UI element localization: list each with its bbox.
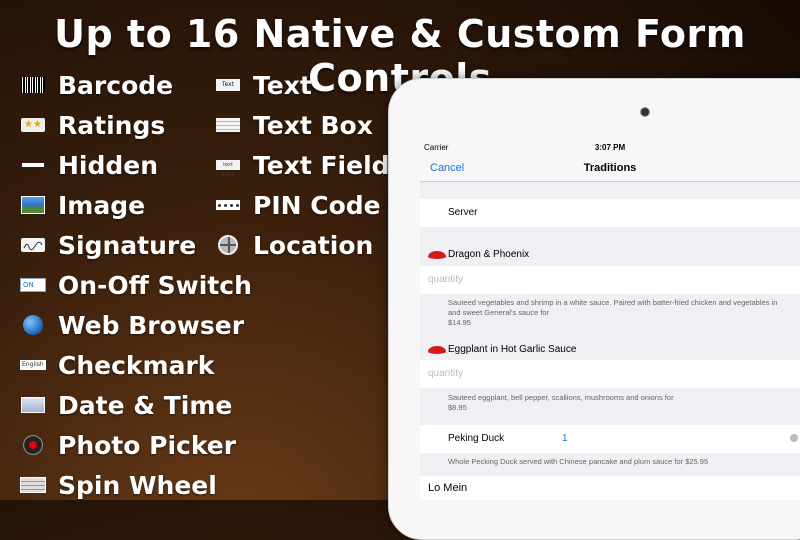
- star-rating-icon: ★★: [20, 112, 46, 138]
- feature-label: Location: [253, 230, 374, 260]
- text-box-icon: [215, 112, 241, 138]
- feature-label: Checkmark: [58, 350, 215, 380]
- feature-checkmark: English Checkmark: [20, 345, 214, 385]
- camera-icon: [20, 432, 46, 458]
- text-field-icon: text entry: [215, 152, 241, 178]
- quantity-value: 1: [562, 433, 568, 444]
- lo-mein-row[interactable]: Lo Mein: [420, 476, 800, 500]
- item-name: Dragon & Phoenix: [448, 249, 530, 260]
- feature-label: Spin Wheel: [58, 470, 217, 500]
- item-header-dragon-phoenix: Dragon & Phoenix: [420, 249, 800, 263]
- camera-icon: [640, 107, 650, 117]
- item-price: $14.95: [448, 318, 471, 327]
- feature-text: Text Text: [215, 65, 312, 105]
- spin-wheel-icon: [20, 472, 46, 498]
- form-title: Traditions: [583, 162, 637, 174]
- peking-duck-field[interactable]: Peking Duck 1: [420, 425, 800, 453]
- feature-label: Barcode: [58, 70, 174, 100]
- server-field[interactable]: Server: [420, 199, 800, 227]
- location-icon: [215, 232, 241, 258]
- feature-label: Text Box: [253, 110, 373, 140]
- barcode-icon: [20, 72, 46, 98]
- feature-label: Web Browser: [58, 310, 245, 340]
- feature-label: Ratings: [58, 110, 166, 140]
- switch-icon: ON: [20, 272, 46, 298]
- feature-barcode: Barcode: [20, 65, 173, 105]
- device-screen: Carrier 3:07 PM Cancel Traditions Server…: [420, 141, 800, 500]
- clear-icon[interactable]: [790, 434, 798, 442]
- quantity-input[interactable]: quantity: [420, 266, 800, 294]
- feature-label: Image: [58, 190, 146, 220]
- checkmark-icon: English: [20, 352, 46, 378]
- item-description: Whole Pecking Duck served with Chinese p…: [448, 457, 709, 466]
- item-description: and sweet General's sauce for: [448, 308, 550, 317]
- item-price: $8.95: [448, 403, 467, 412]
- item-name: Peking Duck: [448, 433, 505, 444]
- item-name: Eggplant in Hot Garlic Sauce: [448, 344, 577, 355]
- feature-text-field: text entry Text Field: [215, 145, 390, 185]
- feature-pin-code: PIN Code: [215, 185, 381, 225]
- hidden-icon: [20, 152, 46, 178]
- feature-label: Signature: [58, 230, 197, 260]
- pepper-icon: [428, 251, 446, 259]
- item-description: Sauteed vegetables and shrimp in a white…: [448, 298, 778, 307]
- server-label: Server: [448, 207, 478, 218]
- feature-ratings: ★★ Ratings: [20, 105, 165, 145]
- pepper-icon: [428, 346, 446, 354]
- text-icon: Text: [215, 72, 241, 98]
- feature-image: Image: [20, 185, 145, 225]
- feature-spin-wheel: Spin Wheel: [20, 465, 217, 505]
- status-bar: Carrier 3:07 PM: [420, 141, 800, 155]
- feature-signature: Signature: [20, 225, 196, 265]
- nav-bar: Cancel Traditions: [420, 155, 800, 182]
- item-description: Sauteed eggplant, bell pepper, scallions…: [448, 393, 674, 402]
- image-icon: [20, 192, 46, 218]
- feature-label: Date & Time: [58, 390, 233, 420]
- quantity-placeholder: quantity: [428, 274, 464, 285]
- feature-date-time: Date & Time: [20, 385, 232, 425]
- feature-label: Photo Picker: [58, 430, 237, 460]
- quantity-input[interactable]: quantity: [420, 360, 800, 388]
- date-time-icon: [20, 392, 46, 418]
- feature-label: Text: [253, 70, 312, 100]
- feature-label: Text Field: [253, 150, 390, 180]
- feature-web-browser: Web Browser: [20, 305, 244, 345]
- signature-icon: [20, 232, 46, 258]
- feature-location: Location: [215, 225, 373, 265]
- status-time: 3:07 PM: [594, 143, 626, 152]
- feature-hidden: Hidden: [20, 145, 158, 185]
- feature-label: PIN Code: [253, 190, 381, 220]
- feature-label: On-Off Switch: [58, 270, 252, 300]
- item-name: Lo Mein: [428, 482, 468, 494]
- quantity-placeholder: quantity: [428, 368, 464, 379]
- feature-photo-picker: Photo Picker: [20, 425, 236, 465]
- feature-text-box: Text Box: [215, 105, 373, 145]
- item-header-eggplant: Eggplant in Hot Garlic Sauce: [420, 344, 800, 358]
- globe-icon: [20, 312, 46, 338]
- feature-switch: ON On-Off Switch: [20, 265, 252, 305]
- feature-label: Hidden: [58, 150, 159, 180]
- pin-code-icon: [215, 192, 241, 218]
